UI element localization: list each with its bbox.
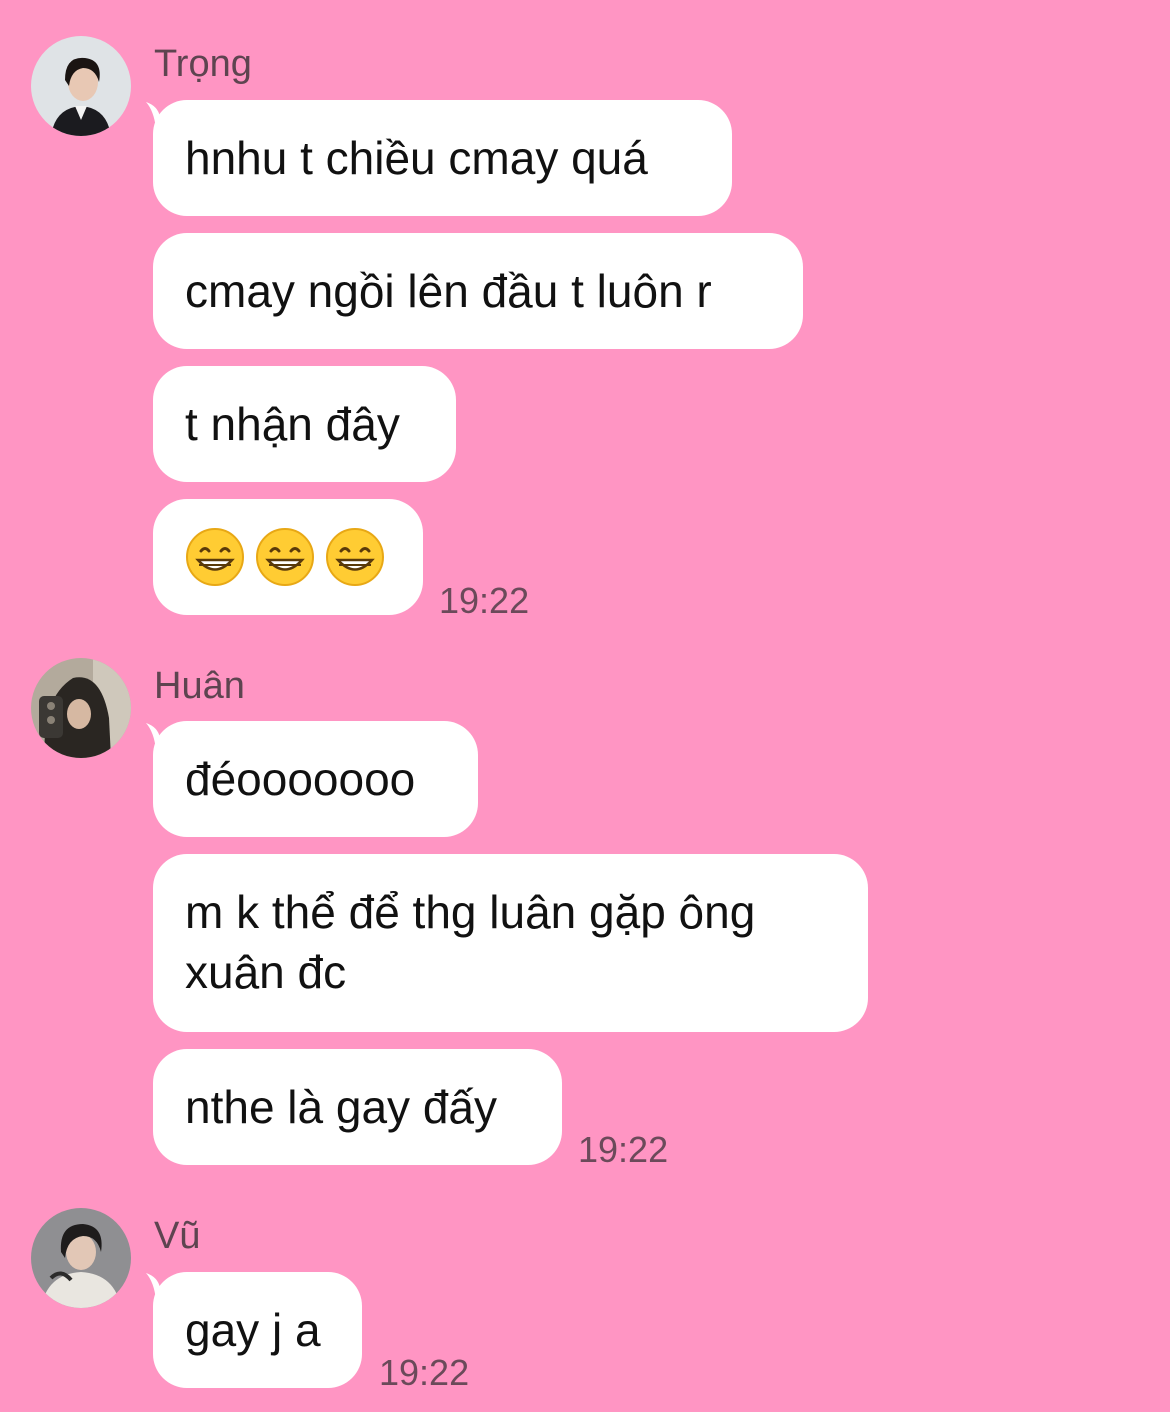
message-timestamp: 19:22	[379, 1352, 470, 1393]
message-bubble-emoji[interactable]	[153, 499, 423, 615]
message-text: m k thể để thg luân gặp ông xuân đc	[185, 886, 769, 998]
grinning-face-emoji	[326, 528, 384, 586]
message-text: gay j a	[185, 1304, 321, 1356]
message-bubble[interactable]: hnhu t chiều cmay quá	[153, 100, 732, 216]
message-text: t nhận đây	[185, 398, 400, 450]
message-timestamp: 19:22	[439, 580, 530, 621]
sender-name: Vũ	[154, 1215, 201, 1257]
message-text: nthe là gay đấy	[185, 1081, 498, 1133]
user-photo-icon	[31, 1208, 131, 1308]
sender-name: Trọng	[154, 43, 252, 85]
message-timestamp: 19:22	[578, 1129, 669, 1170]
message-bubble[interactable]: cmay ngồi lên đầu t luôn r	[153, 233, 803, 349]
message-bubble[interactable]: m k thể để thg luân gặp ông xuân đc	[153, 854, 868, 1032]
user-photo-icon	[31, 658, 131, 758]
message-bubble[interactable]: t nhận đây	[153, 366, 456, 482]
message-bubble[interactable]: nthe là gay đấy	[153, 1049, 562, 1165]
message-bubble[interactable]: gay j a	[153, 1272, 362, 1388]
message-text: hnhu t chiều cmay quá	[185, 132, 648, 184]
message-bubble[interactable]: đéooooooo	[153, 721, 478, 837]
message-text: cmay ngồi lên đầu t luôn r	[185, 265, 712, 317]
emoji-row	[185, 527, 385, 587]
grinning-face-emoji	[256, 528, 314, 586]
avatar-vu[interactable]	[31, 1208, 131, 1308]
grinning-face-emoji	[186, 528, 244, 586]
avatar-trong[interactable]	[31, 36, 131, 136]
message-text: đéooooooo	[185, 753, 416, 805]
avatar-huan[interactable]	[31, 658, 131, 758]
sender-name: Huân	[154, 665, 245, 707]
user-photo-icon	[31, 36, 131, 136]
